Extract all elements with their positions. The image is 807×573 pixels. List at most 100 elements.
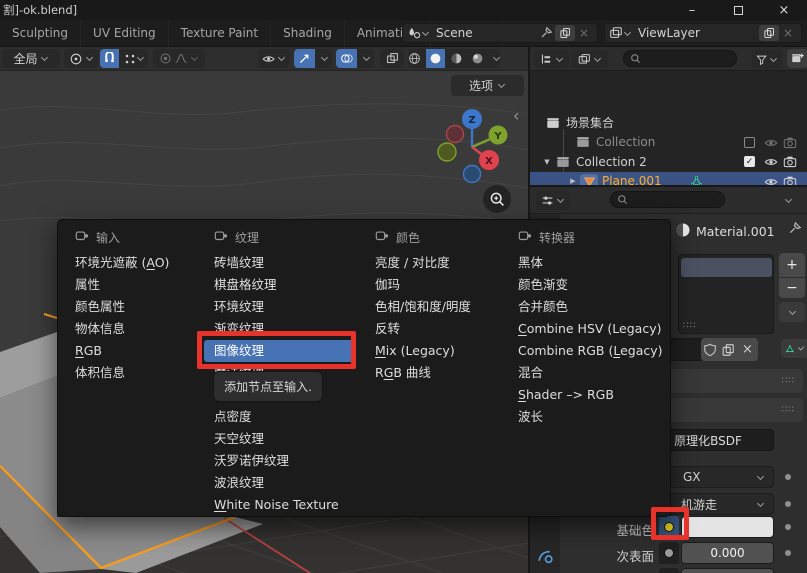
viewport-options-dropdown[interactable]: 选项 [451,75,524,96]
menu-item-颜色渐变[interactable]: 颜色渐变 [508,274,668,296]
editor-type-dropdown[interactable] [536,191,570,210]
menu-item-属性[interactable]: 属性 [65,274,199,296]
fake-user-shield-icon[interactable] [703,343,717,357]
new-viewlayer-button[interactable] [759,25,779,41]
base-color-swatch[interactable] [681,516,774,538]
new-scene-button[interactable] [555,25,575,41]
collection-exclude-checkbox[interactable]: ✓ [744,156,755,167]
scene-selector[interactable]: Scene × [402,23,598,43]
remove-viewlayer-button[interactable]: × [783,26,793,40]
gizmo-settings-dropdown[interactable] [317,49,332,68]
menu-item-黑体[interactable]: 黑体 [508,252,668,274]
shading-wireframe-button[interactable] [405,49,424,68]
new-collection-button[interactable] [787,49,807,68]
shading-solid-button[interactable] [426,49,445,68]
subsurface-radius-socket-button[interactable] [659,568,679,573]
menu-item-环境光遮蔽-ao-[interactable]: 环境光遮蔽 (AO) [65,252,199,274]
resize-grip-icon[interactable]: ∷∷ [683,321,696,331]
material-link-dropdown[interactable] [781,339,807,358]
properties-options-chevron[interactable] [785,196,792,203]
animate-decorator-dot[interactable] [785,474,791,480]
remove-material-slot-button[interactable]: − [779,278,805,298]
disclosure-open-icon[interactable]: ▼ [540,158,554,166]
material-slot-specials-dropdown[interactable] [779,302,805,322]
subsurface-value-slider[interactable]: 0.000 [681,542,774,564]
pin-icon[interactable] [539,26,553,40]
menu-item-环境纹理[interactable]: 环境纹理 [204,296,354,318]
transform-orientation-dropdown[interactable]: 全局 [2,49,60,68]
workspace-tab-uv-editing[interactable]: UV Editing [81,20,169,47]
menu-item-rgb-曲线[interactable]: RGB 曲线 [365,362,503,384]
panel-grip-icon[interactable]: ∷∷ [782,405,795,415]
menu-item-combine-rgb-legacy-[interactable]: Combine RGB (Legacy) [508,340,668,362]
outliner-search-input[interactable] [623,50,737,67]
properties-search-input[interactable] [610,191,725,208]
menu-item-点密度[interactable]: 点密度 [204,406,354,428]
shading-settings-dropdown[interactable] [489,49,504,68]
scene-name[interactable]: Scene [430,26,539,40]
menu-item-沃罗诺伊纹理[interactable]: 沃罗诺伊纹理 [204,450,354,472]
physics-tab-icon[interactable] [537,548,554,565]
shading-material-button[interactable] [447,49,466,68]
object-visibility-dropdown[interactable] [258,49,290,68]
viewport-zoom-button[interactable] [483,185,511,213]
menu-item-混合[interactable]: 混合 [508,362,668,384]
menu-item-物体信息[interactable]: 物体信息 [65,318,199,340]
pivot-point-dropdown[interactable] [64,49,98,68]
region-collapse-icon[interactable]: ‹ [513,106,519,125]
unlink-material-button[interactable]: × [739,342,756,357]
menu-item-天空纹理[interactable]: 天空纹理 [204,428,354,450]
hide-in-viewport-eye-icon[interactable] [764,136,778,153]
menu-item-mix-legacy-[interactable]: Mix (Legacy) [365,340,503,362]
workspace-tab-texture-paint[interactable]: Texture Paint [169,20,271,47]
duplicate-material-icon[interactable] [721,343,735,357]
maximize-button[interactable] [715,0,761,20]
viewlayer-name[interactable]: ViewLayer [632,26,757,40]
menu-item-体积信息[interactable]: 体积信息 [65,362,199,384]
menu-item-波长[interactable]: 波长 [508,406,668,428]
unlink-scene-button[interactable]: × [579,26,589,40]
menu-item-shader-–>-rgb[interactable]: Shader –> RGB [508,384,668,406]
snap-toggle-button[interactable] [100,49,119,68]
shading-rendered-button[interactable] [468,49,487,68]
add-material-slot-button[interactable]: + [779,253,805,277]
disable-in-renders-camera-icon[interactable] [783,136,797,153]
outliner-filter-dropdown[interactable] [752,50,782,69]
menu-item-棋盘格纹理[interactable]: 棋盘格纹理 [204,274,354,296]
menu-item-white-noise-texture[interactable]: White Noise Texture [204,494,354,516]
show-overlays-toggle[interactable] [336,49,357,68]
menu-item-rgb[interactable]: RGB [65,340,199,362]
outliner-filter-type-dropdown[interactable] [572,50,608,69]
menu-item-伽玛[interactable]: 伽玛 [365,274,503,296]
menu-item-亮度-对比度[interactable]: 亮度 / 对比度 [365,252,503,274]
animate-decorator-dot[interactable] [785,524,791,530]
material-slot-row[interactable] [681,258,772,277]
menu-item-色相-饱和度-明度[interactable]: 色相/饱和度/明度 [365,296,503,318]
outliner-row-collection[interactable]: Collection [530,133,807,153]
disable-in-renders-camera-icon[interactable] [783,155,797,172]
outliner-row-collection-2[interactable]: ▼Collection 2✓ [530,152,807,172]
menu-item-合并颜色[interactable]: 合并颜色 [508,296,668,318]
navigation-gizmo[interactable]: Z Y X [432,103,517,191]
material-slot-list[interactable]: ∷∷ [678,254,774,334]
menu-item-combine-hsv-legacy-[interactable]: Combine HSV (Legacy) [508,318,668,340]
show-gizmo-toggle[interactable] [294,49,315,68]
menu-item-颜色属性[interactable]: 颜色属性 [65,296,199,318]
panel-grip-icon[interactable]: ∷∷ [782,376,795,386]
menu-item-砖墙纹理[interactable]: 砖墙纹理 [204,252,354,274]
menu-item-波浪纹理[interactable]: 波浪纹理 [204,472,354,494]
workspace-tab-sculpting[interactable]: Sculpting [0,20,81,47]
overlays-settings-dropdown[interactable] [359,49,374,68]
outliner-row-场景集合[interactable]: 场景集合 [530,113,807,133]
hide-in-viewport-eye-icon[interactable] [764,155,778,172]
subsurface-radius-slider[interactable]: 0.000 [681,568,774,573]
minimize-button[interactable]: – [669,0,715,20]
subsurface-socket-button[interactable] [659,542,679,564]
collection-exclude-checkbox[interactable] [744,137,755,148]
toggle-xray-button[interactable] [380,49,404,68]
menu-item-反转[interactable]: 反转 [365,318,503,340]
breadcrumb-material-name[interactable]: Material.001 [696,224,775,239]
close-button[interactable]: × [761,0,807,20]
proportional-edit-group[interactable] [153,49,205,68]
animate-decorator-dot[interactable] [785,550,791,556]
